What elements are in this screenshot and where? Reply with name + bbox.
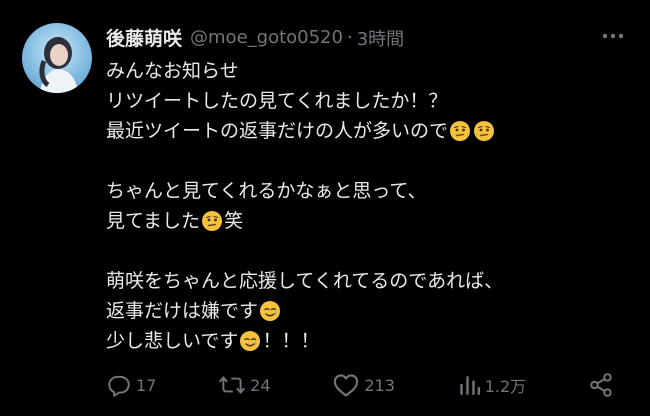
like-count: 213: [364, 375, 395, 395]
thinking-face-emoji: [202, 211, 223, 231]
author-display-name[interactable]: 後藤萌咲: [106, 24, 182, 51]
tweet-line: 最近ツイートの返事だけの人が多いので: [106, 116, 626, 146]
tweet-line-text: ちゃんと見てくれるかなぁと思って、: [106, 180, 427, 202]
share-button[interactable]: [588, 372, 614, 398]
views-count: 1.2万: [484, 377, 527, 396]
more-dots-icon: [602, 33, 624, 39]
tweet-line-text: 見てました: [106, 210, 201, 232]
tweet-line: 少し悲しいです ！！！: [106, 326, 626, 356]
smiling-face-with-tear-emoji: [260, 301, 281, 321]
retweet-button[interactable]: 24: [218, 372, 271, 398]
tweet-line: 見てました 笑: [106, 206, 626, 236]
tweet-header: 後藤萌咲 @moe_goto0520 · 3時間: [106, 24, 404, 51]
header-separator: ·: [346, 27, 353, 48]
reply-count: 17: [136, 375, 157, 395]
views-button[interactable]: 1.2万: [457, 372, 526, 398]
thinking-face-emoji: [450, 121, 471, 141]
reply-button[interactable]: 17: [106, 372, 156, 398]
avatar[interactable]: [22, 23, 92, 93]
heart-icon: [334, 374, 359, 397]
tweet-line: ちゃんと見てくれるかなぁと思って、: [106, 176, 626, 206]
avatar-photo: [39, 37, 78, 93]
more-options-button[interactable]: [598, 24, 628, 48]
tweet-line-text: 少し悲しいです: [106, 330, 239, 352]
tweet-text: みんなお知らせ リツイートしたの見てくれましたか！？ 最近ツイートの返事だけの人…: [106, 56, 626, 356]
reply-icon: [108, 375, 130, 397]
author-handle[interactable]: @moe_goto0520: [190, 27, 343, 48]
thinking-face-emoji: [474, 121, 495, 141]
analytics-icon: [460, 376, 480, 395]
retweet-icon: [219, 376, 245, 394]
share-icon: [590, 373, 612, 397]
tweet-line-text: みんなお知らせ: [106, 60, 239, 82]
tweet-card[interactable]: 後藤萌咲 @moe_goto0520 · 3時間 みんなお知らせ リツイートした…: [0, 0, 650, 416]
tweet-line-text: 萌咲をちゃんと応援してくれてるのであれば、: [106, 270, 504, 292]
tweet-line-text: 返事だけは嫌です: [106, 300, 259, 322]
tweet-timestamp[interactable]: 3時間: [357, 25, 404, 51]
tweet-line-text: 最近ツイートの返事だけの人が多いので: [106, 120, 449, 142]
tweet-line: 萌咲をちゃんと応援してくれてるのであれば、: [106, 266, 626, 296]
tweet-line-text: 笑: [224, 210, 244, 232]
like-button[interactable]: 213: [332, 372, 395, 398]
tweet-line-text: ！！！: [262, 330, 320, 352]
smiling-face-with-tear-emoji: [240, 331, 261, 351]
tweet-line: みんなお知らせ: [106, 56, 626, 86]
tweet-line-text: リツイートしたの見てくれましたか！？: [106, 90, 448, 112]
tweet-line: リツイートしたの見てくれましたか！？: [106, 86, 626, 116]
retweet-count: 24: [250, 375, 271, 395]
tweet-actions-bar: 17 24 213 1.2万: [106, 369, 614, 401]
tweet-line: 返事だけは嫌です: [106, 296, 626, 326]
